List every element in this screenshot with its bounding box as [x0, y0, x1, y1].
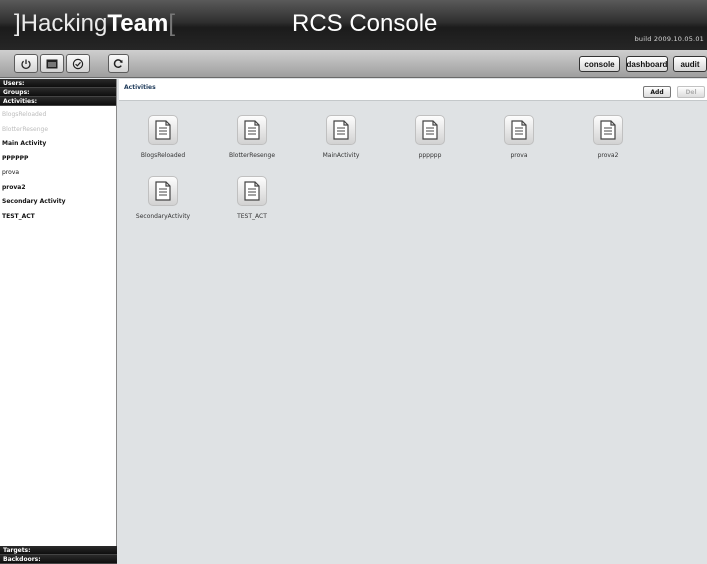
sidebar-bottom: Targets: Backdoors:	[0, 546, 117, 564]
activity-tile[interactable]: prova	[474, 115, 564, 175]
activity-tile-label: SecondaryActivity	[135, 213, 191, 220]
sidebar-item-main-activity[interactable]: Main Activity	[0, 137, 116, 152]
activity-tile[interactable]: BlogsReloaded	[118, 115, 208, 175]
refresh-button[interactable]	[108, 54, 129, 73]
activity-tile-label: prova	[510, 152, 528, 159]
sidebar-section-users[interactable]: Users:	[0, 79, 116, 88]
hackingteam-logo: ]HackingTeam[	[14, 10, 175, 37]
check-button[interactable]	[66, 54, 90, 73]
main-panel: Activities Add Del BlogsReloaded BlotterR…	[119, 79, 707, 564]
document-icon	[148, 115, 178, 145]
sidebar-section-targets[interactable]: Targets:	[0, 546, 117, 555]
activity-list: BlogsReloaded BlotterResenge Main Activi…	[0, 106, 116, 224]
sidebar-section-activities[interactable]: Activities:	[0, 97, 116, 106]
page-title: Activities	[124, 84, 156, 91]
refresh-icon	[113, 59, 123, 68]
activity-tile-label: MainActivity	[322, 152, 360, 159]
document-icon	[593, 115, 623, 145]
activity-tile-label: pppppp	[418, 152, 442, 159]
activity-tile-label: BlogsReloaded	[140, 152, 186, 159]
activity-tile-label: BlotterResenge	[228, 152, 276, 159]
toolbar: console dashboard audit	[0, 50, 707, 78]
sidebar: Users: Groups: Activities: BlogsReloaded…	[0, 79, 117, 564]
sidebar-item-prova[interactable]: prova	[0, 166, 116, 181]
sidebar-section-backdoors[interactable]: Backdoors:	[0, 555, 117, 564]
main-header: Activities Add Del	[119, 79, 707, 101]
sidebar-item-pppppp[interactable]: PPPPPP	[0, 152, 116, 167]
sidebar-item-test-act[interactable]: TEST_ACT	[0, 210, 116, 225]
window-button[interactable]	[40, 54, 64, 73]
sidebar-item-prova2[interactable]: prova2	[0, 181, 116, 196]
add-button[interactable]: Add	[643, 86, 671, 98]
sidebar-item-blotterresenge[interactable]: BlotterResenge	[0, 123, 116, 138]
document-icon	[148, 176, 178, 206]
activity-tile[interactable]: pppppp	[385, 115, 475, 175]
document-icon	[326, 115, 356, 145]
sidebar-item-secondary-activity[interactable]: Secondary Activity	[0, 195, 116, 210]
build-version: build 2009.10.05.01	[634, 35, 704, 43]
activity-tile-label: prova2	[597, 152, 619, 159]
app-header: ]HackingTeam[ RCS Console build 2009.10.…	[0, 0, 707, 50]
activity-tile[interactable]: TEST_ACT	[207, 176, 297, 236]
activity-tile[interactable]: prova2	[563, 115, 653, 175]
document-icon	[415, 115, 445, 145]
document-icon	[237, 176, 267, 206]
del-button[interactable]: Del	[677, 86, 705, 98]
power-button[interactable]	[14, 54, 38, 73]
window-icon	[46, 59, 58, 68]
sidebar-item-blogsreloaded[interactable]: BlogsReloaded	[0, 108, 116, 123]
activity-tile-label: TEST_ACT	[237, 213, 267, 220]
sidebar-section-groups[interactable]: Groups:	[0, 88, 116, 97]
document-icon	[237, 115, 267, 145]
activity-tile[interactable]: MainActivity	[296, 115, 386, 175]
dashboard-button[interactable]: dashboard	[626, 56, 668, 72]
power-icon	[21, 59, 31, 69]
check-icon	[72, 58, 84, 69]
activity-tile[interactable]: BlotterResenge	[207, 115, 297, 175]
audit-button[interactable]: audit	[673, 56, 707, 72]
activity-tile[interactable]: SecondaryActivity	[118, 176, 208, 236]
app-title: RCS Console	[292, 10, 438, 37]
document-icon	[504, 115, 534, 145]
console-button[interactable]: console	[579, 56, 620, 72]
